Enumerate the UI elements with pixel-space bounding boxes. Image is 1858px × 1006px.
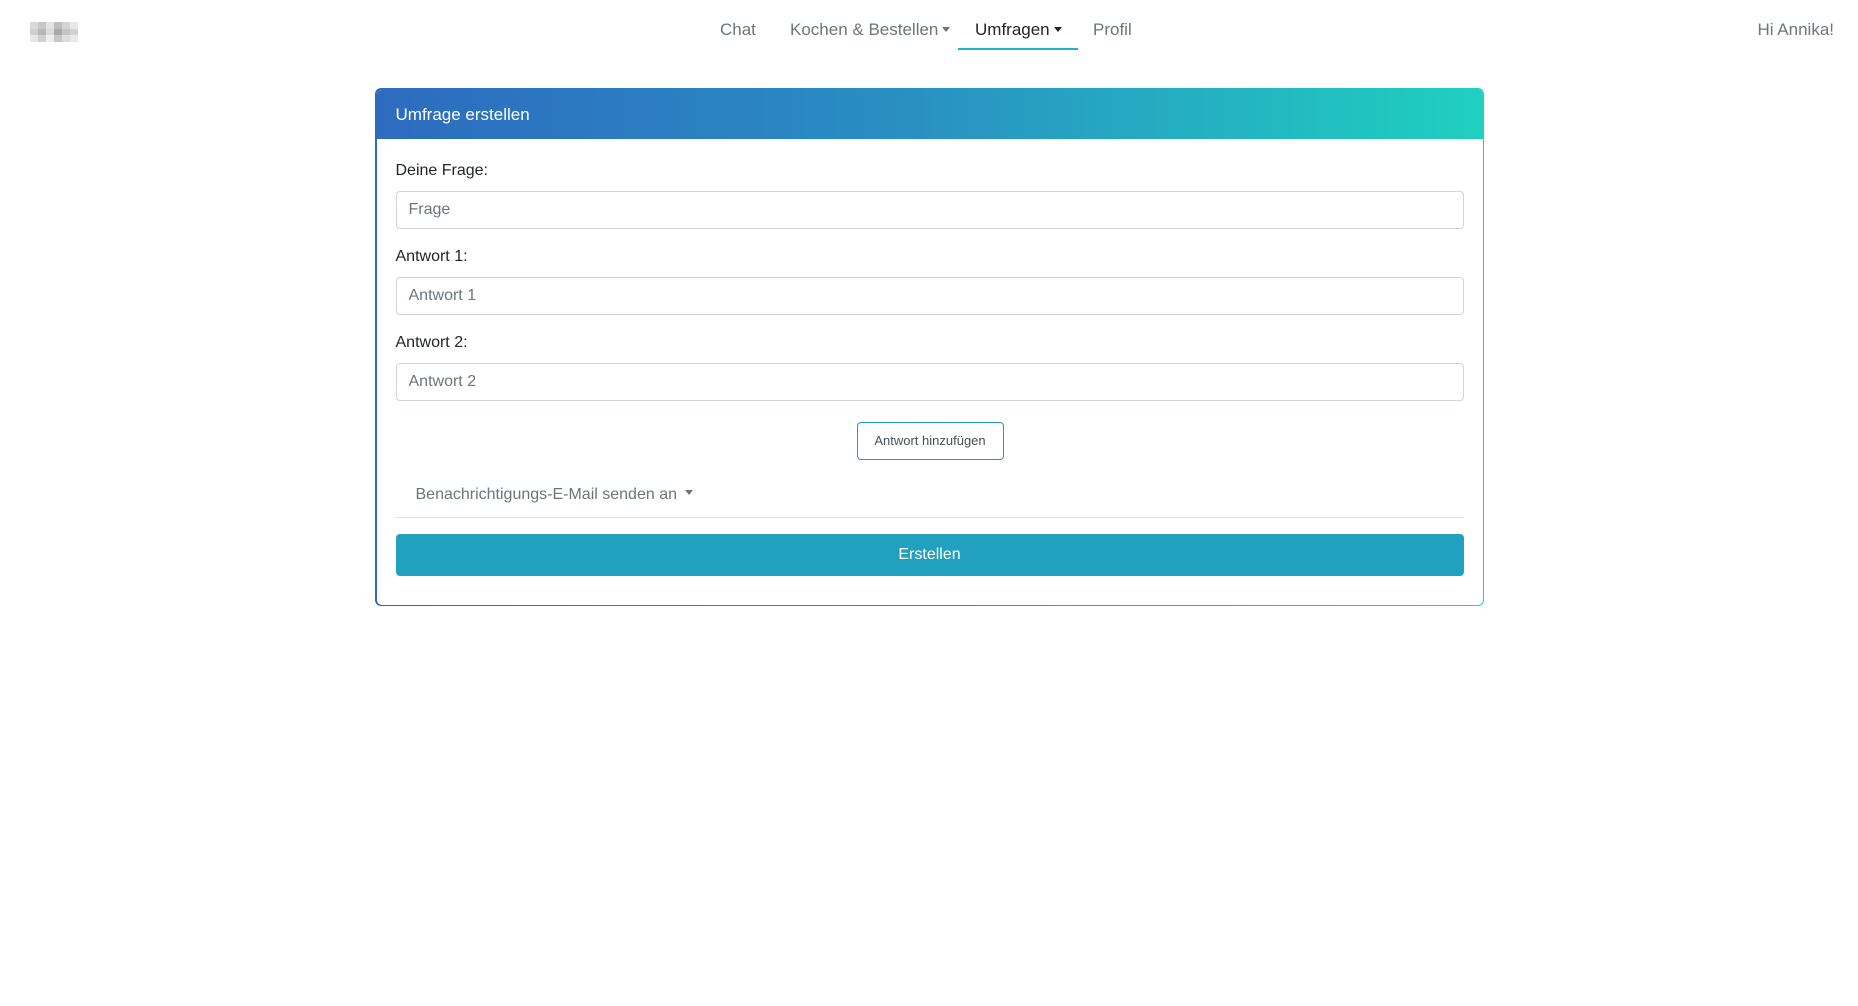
create-poll-card-inner: Umfrage erstellen Deine Frage: Antwort 1… (376, 89, 1483, 605)
caret-down-icon (1053, 26, 1062, 32)
add-answer-button[interactable]: Antwort hinzufügen (856, 421, 1004, 460)
card-header: Umfrage erstellen (376, 89, 1483, 139)
nav-item-profil[interactable]: Profil (1093, 20, 1132, 40)
question-input[interactable] (395, 190, 1464, 229)
card-title: Umfrage erstellen (395, 104, 530, 124)
notification-email-label: Benachrichtigungs-E-Mail senden an (415, 485, 677, 503)
caret-down-icon (684, 490, 693, 496)
question-label: Deine Frage: (395, 161, 489, 179)
nav-item-chat[interactable]: Chat (720, 20, 756, 40)
main-nav: Chat Kochen & Bestellen Umfragen Profil (0, 0, 1858, 60)
create-poll-button[interactable]: Erstellen (395, 533, 1464, 576)
nav-item-label: Profil (1093, 20, 1132, 39)
user-greeting: Hi Annika! (1757, 20, 1834, 39)
nav-item-umfragen[interactable]: Umfragen (975, 20, 1062, 40)
create-poll-card: Umfrage erstellen Deine Frage: Antwort 1… (375, 88, 1484, 606)
answer-1-input[interactable] (395, 276, 1464, 315)
top-navbar: Chat Kochen & Bestellen Umfragen Profil … (0, 0, 1858, 60)
answer-2-label: Antwort 2: (395, 333, 468, 351)
notification-email-toggle[interactable]: Benachrichtigungs-E-Mail senden an (416, 485, 693, 505)
nav-item-kochen-bestellen[interactable]: Kochen & Bestellen (790, 20, 951, 40)
nav-item-label: Chat (720, 20, 756, 39)
active-nav-underline (958, 48, 1078, 50)
answer-1-label: Antwort 1: (395, 247, 468, 265)
nav-item-label: Umfragen (975, 20, 1050, 39)
caret-down-icon (942, 26, 951, 32)
nav-item-label: Kochen & Bestellen (790, 20, 939, 39)
answer-2-input[interactable] (395, 362, 1464, 401)
notification-email-dropdown: Benachrichtigungs-E-Mail senden an (395, 475, 1464, 518)
